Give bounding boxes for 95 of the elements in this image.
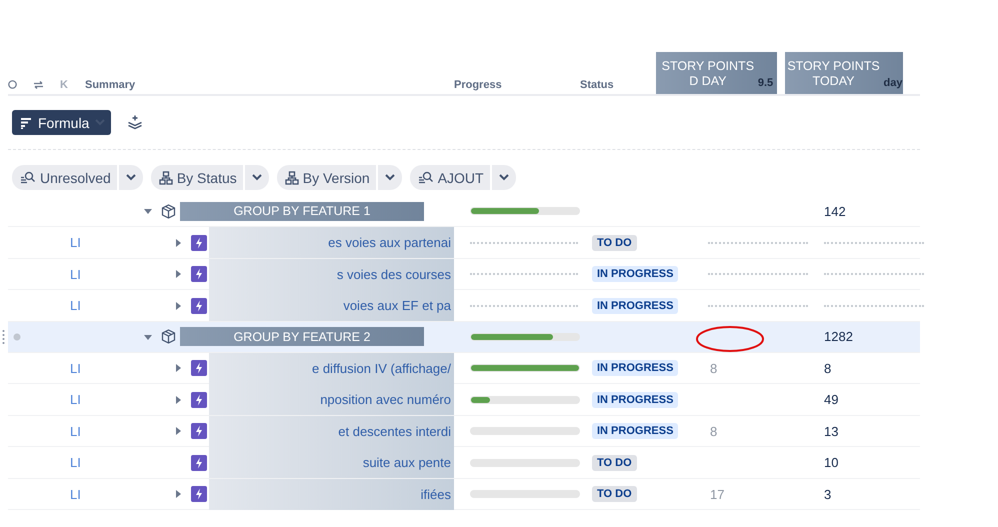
story-points-value: 13: [823, 424, 838, 439]
caret-icon[interactable]: [174, 427, 182, 436]
lightning-icon: [191, 360, 207, 376]
issue-row[interactable]: LI nposition avec numéro IN PROGRESS 49: [8, 384, 920, 416]
chevron-down-icon: [126, 174, 136, 181]
status-badge: IN PROGRESS: [592, 423, 678, 440]
story-points-value: 17: [709, 486, 724, 502]
story-points-value: 8: [709, 424, 718, 439]
caret-icon[interactable]: [174, 396, 182, 404]
column-header[interactable]: Progress: [454, 79, 580, 94]
swap-arrows-icon[interactable]: [33, 81, 44, 89]
issue-key[interactable]: LI: [70, 360, 140, 376]
lightning-icon: [191, 298, 207, 314]
drag-handle-icon[interactable]: [2, 328, 5, 345]
box-icon: [161, 204, 176, 219]
caret-icon[interactable]: [144, 332, 152, 341]
caret-icon[interactable]: [174, 270, 182, 278]
issue-key[interactable]: LI: [70, 392, 140, 408]
issue-summary[interactable]: et descentes interdi: [338, 424, 451, 439]
status-badge: IN PROGRESS: [592, 298, 678, 314]
lightning-icon: [191, 392, 207, 408]
issue-summary[interactable]: e diffusion IV (affichage/: [312, 360, 451, 376]
caret-icon[interactable]: [174, 302, 182, 310]
filter-button[interactable]: By Status: [150, 165, 243, 190]
story-points-value: 8: [709, 360, 718, 376]
caret-icon[interactable]: [144, 207, 152, 216]
lightning-icon: [191, 486, 207, 502]
issue-key[interactable]: LI: [70, 486, 140, 502]
story-points-value: 10: [823, 455, 838, 470]
dropdown-button[interactable]: [244, 165, 269, 190]
hierarchy-icon: [158, 170, 173, 184]
story-points-value: 1282: [823, 329, 853, 344]
layers-add-icon[interactable]: [127, 114, 144, 130]
story-points-value: 8: [823, 360, 832, 376]
box-icon: [161, 329, 176, 344]
dropdown-button[interactable]: [492, 165, 516, 190]
status-badge: TO DO: [592, 486, 637, 502]
dropdown-button[interactable]: [118, 165, 143, 190]
issue-summary[interactable]: es voies aux partenai: [328, 235, 451, 250]
chevron-down-icon: [252, 174, 262, 181]
group-row[interactable]: GROUP BY FEATURE 1 142: [8, 196, 920, 228]
issue-summary[interactable]: suite aux pente: [362, 455, 451, 470]
column-header: 9.5: [758, 77, 774, 89]
chevron-down-icon: [498, 174, 509, 181]
caret-icon[interactable]: [174, 490, 182, 498]
status-badge: IN PROGRESS: [592, 266, 678, 282]
status-badge: TO DO: [592, 454, 637, 471]
hierarchy-icon: [284, 170, 299, 184]
issue-row[interactable]: LI e diffusion IV (affichage/ IN PROGRESS 8 8: [8, 352, 920, 384]
issue-key[interactable]: LI: [70, 266, 140, 282]
issue-row[interactable]: LI ifiées TO DO 17 3: [8, 478, 920, 510]
column-title: STORY POINTS D DAY: [660, 59, 756, 89]
issue-key[interactable]: LI: [70, 235, 140, 250]
issue-key[interactable]: LI: [70, 424, 140, 439]
circle-icon[interactable]: [8, 80, 17, 89]
story-points-value: 49: [823, 392, 838, 408]
status-badge: IN PROGRESS: [592, 392, 678, 408]
issue-key[interactable]: LI: [70, 298, 140, 314]
lightning-icon: [191, 423, 207, 440]
caret-icon[interactable]: [174, 364, 182, 372]
issue-key[interactable]: LI: [70, 455, 140, 470]
annotation-ellipse: [695, 324, 765, 353]
formula-button[interactable]: Formula: [12, 110, 112, 135]
issue-summary[interactable]: s voies des courses: [336, 266, 451, 282]
status-badge: TO DO: [592, 234, 637, 251]
search-list-icon: [20, 170, 36, 184]
lightning-icon: [191, 266, 207, 282]
column-title: STORY POINTS TODAY: [786, 59, 881, 89]
issue-summary[interactable]: ifiées: [420, 486, 451, 502]
search-list-icon: [418, 170, 434, 184]
column-header: day: [884, 77, 902, 89]
filter-button[interactable]: Unresolved: [12, 165, 117, 190]
filter-button[interactable]: AJOUT: [410, 165, 490, 190]
issue-row[interactable]: LI voies aux EF et pa IN PROGRESS: [8, 290, 920, 322]
group-title: GROUP BY FEATURE 2: [180, 327, 424, 346]
issue-row[interactable]: LI suite aux pente TO DO 10: [8, 447, 920, 479]
lightning-icon: [191, 454, 207, 471]
issue-summary[interactable]: voies aux EF et pa: [343, 298, 451, 314]
issue-row[interactable]: LI et descentes interdi IN PROGRESS 8 13: [8, 416, 920, 448]
story-points-value: 3: [823, 486, 832, 502]
lightning-icon: [191, 234, 207, 251]
status-badge: IN PROGRESS: [592, 360, 678, 376]
filter-button[interactable]: By Version: [276, 165, 376, 190]
dropdown-button[interactable]: [378, 165, 402, 190]
dot-icon: [13, 332, 21, 341]
group-title: GROUP BY FEATURE 1: [180, 202, 424, 221]
column-header[interactable]: Summary: [85, 79, 454, 94]
chevron-down-icon: [384, 174, 395, 181]
column-header[interactable]: Status: [580, 79, 656, 94]
issue-row[interactable]: LI s voies des courses IN PROGRESS: [8, 258, 920, 290]
issue-row[interactable]: LI es voies aux partenai TO DO: [8, 227, 920, 259]
caret-icon[interactable]: [174, 238, 182, 247]
issue-summary[interactable]: nposition avec numéro: [320, 392, 451, 408]
formula-icon: [20, 116, 32, 128]
story-points-value: 142: [823, 204, 846, 219]
